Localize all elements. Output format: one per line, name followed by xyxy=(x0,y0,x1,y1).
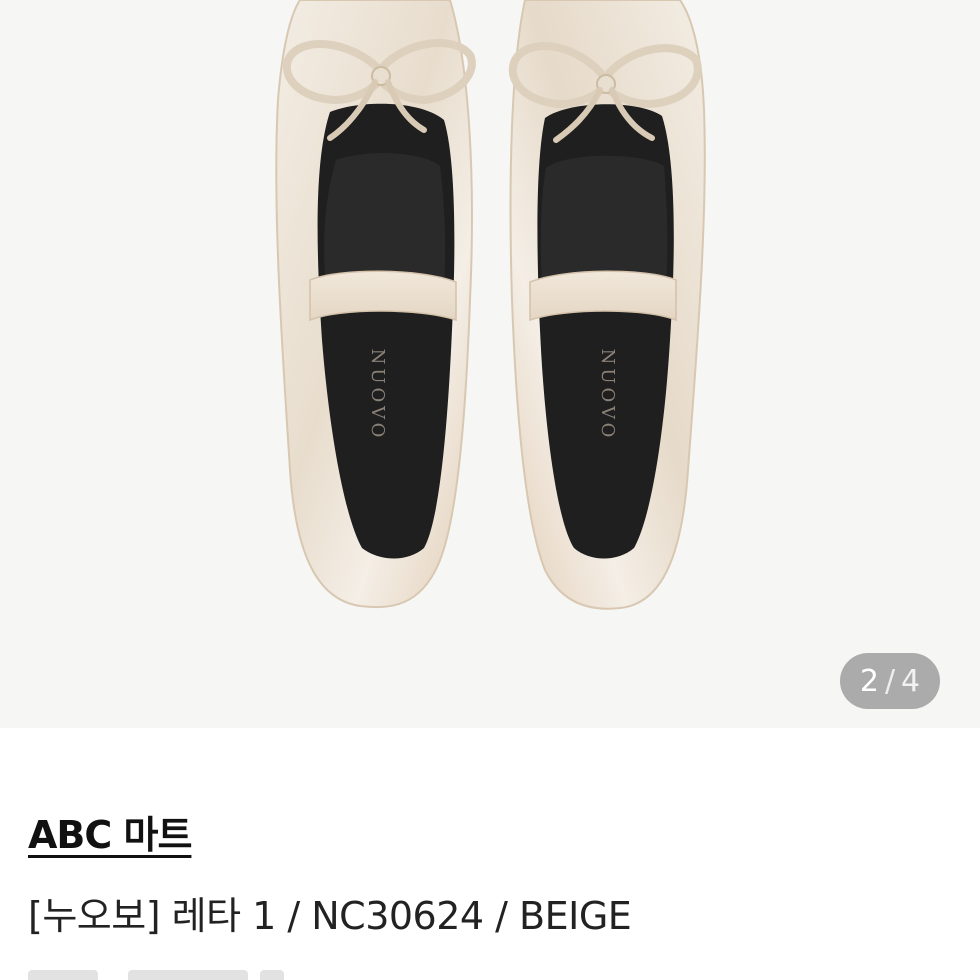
image-page-counter: 2 / 4 xyxy=(840,653,940,709)
left-shoe: NUOVO xyxy=(275,0,476,609)
image-counter-total: 4 xyxy=(901,663,921,699)
product-image-carousel[interactable]: NUOVO NUOVO 2 / 4 xyxy=(0,0,980,728)
store-name-link[interactable]: ABC 마트 xyxy=(28,804,192,859)
product-photo: NUOVO NUOVO xyxy=(275,0,706,610)
left-insole-brand-mark: NUOVO xyxy=(367,349,388,442)
right-shoe: NUOVO xyxy=(508,0,706,610)
price-fragment xyxy=(28,970,98,980)
price-fragment xyxy=(260,970,284,980)
image-counter-current: 2 xyxy=(859,663,879,699)
price-fragment xyxy=(128,970,248,980)
price-line-cut-off xyxy=(28,962,428,980)
product-detail-page: NUOVO NUOVO 2 / 4 ABC 마트 [누오보] 레타 1 / NC… xyxy=(0,0,980,980)
right-insole-brand-mark: NUOVO xyxy=(597,349,618,442)
image-counter-separator: / xyxy=(884,663,896,699)
product-title: [누오보] 레타 1 / NC30624 / BEIGE xyxy=(28,894,632,938)
